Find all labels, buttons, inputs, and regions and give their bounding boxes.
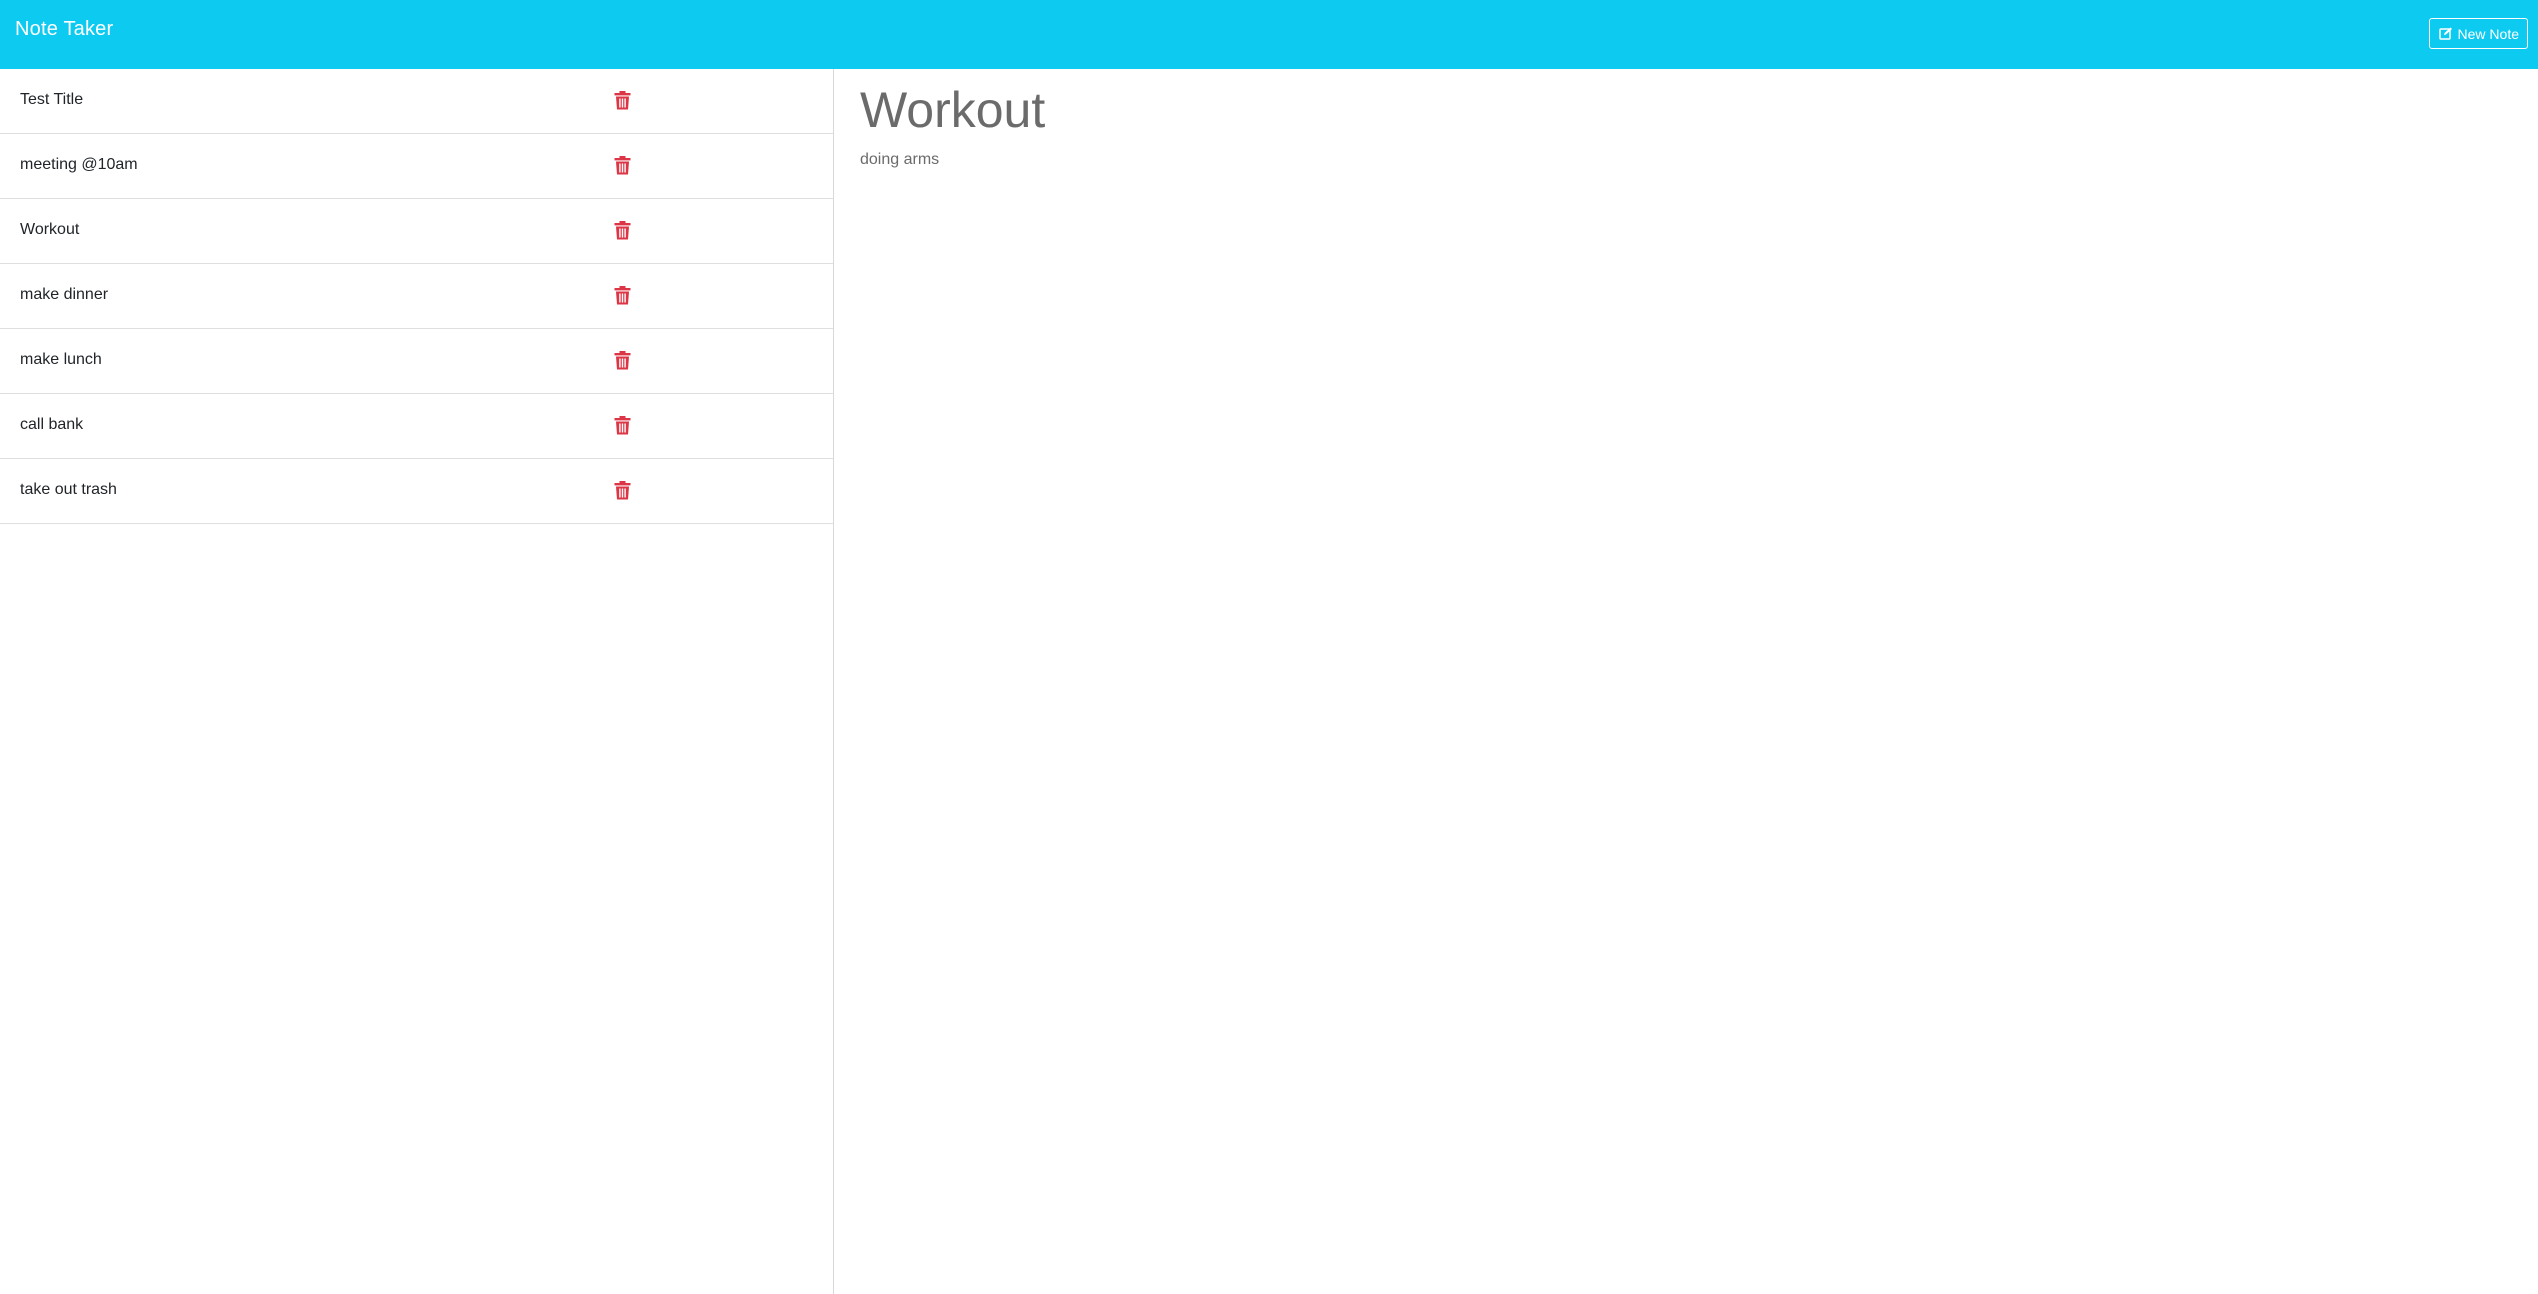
note-list-item-title[interactable]: make dinner [20,286,108,304]
pen-to-square-icon [2438,27,2453,40]
note-list-item[interactable]: make lunch [0,329,833,394]
navbar: Note Taker New Note [0,0,2538,69]
trash-icon[interactable] [614,156,631,175]
note-text-area[interactable]: doing arms [860,151,2460,1051]
app-brand[interactable]: Note Taker [15,18,113,41]
note-list-item-title[interactable]: meeting @10am [20,156,138,174]
notes-list: Test Title meeting @10am Workout make di… [0,69,833,524]
trash-icon[interactable] [614,416,631,435]
trash-icon[interactable] [614,351,631,370]
note-list-item[interactable]: make dinner [0,264,833,329]
note-list-item-title[interactable]: take out trash [20,481,117,499]
note-list-item-title[interactable]: Workout [20,221,79,239]
note-list-item-title[interactable]: Test Title [20,91,83,109]
note-list-item[interactable]: Workout [0,199,833,264]
note-list-item-title[interactable]: make lunch [20,351,102,369]
note-list-item-title[interactable]: call bank [20,416,83,434]
note-editor: doing arms [835,69,2538,1294]
trash-icon[interactable] [614,481,631,500]
new-note-label: New Note [2457,25,2519,42]
trash-icon[interactable] [614,221,631,240]
note-list-item[interactable]: call bank [0,394,833,459]
trash-icon[interactable] [614,286,631,305]
new-note-button[interactable]: New Note [2428,18,2528,49]
note-list-item[interactable]: take out trash [0,459,833,524]
note-title-input[interactable] [860,81,2460,139]
trash-icon[interactable] [614,91,631,110]
note-list-item[interactable]: Test Title [0,69,833,134]
notes-sidebar: Test Title meeting @10am Workout make di… [0,69,834,1294]
note-list-item[interactable]: meeting @10am [0,134,833,199]
